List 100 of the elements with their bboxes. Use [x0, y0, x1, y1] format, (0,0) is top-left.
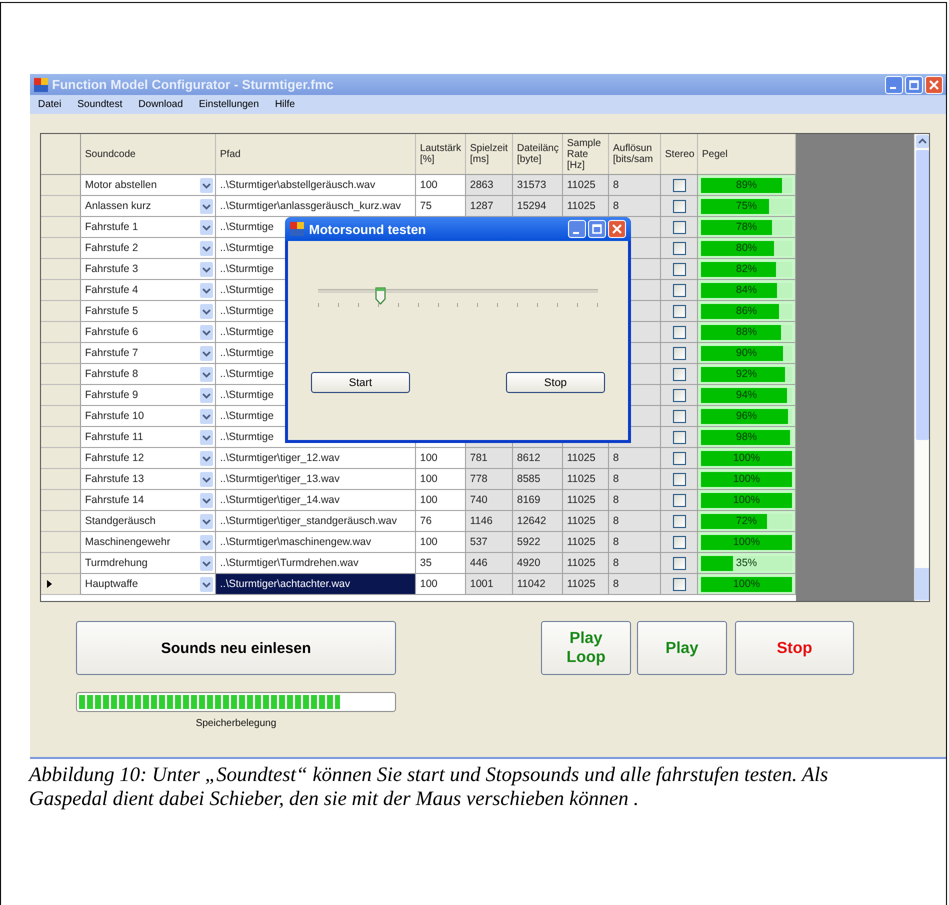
current-row-icon	[47, 580, 52, 588]
column-header[interactable]: Pfad	[216, 134, 416, 174]
stereo-checkbox[interactable]	[672, 284, 686, 296]
stereo-checkbox[interactable]	[672, 472, 686, 486]
stereo-checkbox[interactable]	[672, 536, 686, 548]
column-header[interactable]: Pegel	[698, 134, 796, 174]
maximize-button[interactable]	[905, 76, 923, 94]
level-text: 100%	[733, 578, 760, 590]
stereo-checkbox[interactable]	[672, 514, 686, 528]
minimize-button[interactable]	[885, 76, 903, 94]
stereo-checkbox[interactable]	[672, 410, 686, 422]
vertical-scrollbar[interactable]	[914, 134, 929, 601]
soundcode-dropdown[interactable]: Fahrstufe 4	[81, 280, 216, 301]
stereo-checkbox[interactable]	[672, 178, 686, 192]
path-cell: ..\Sturmtiger\maschinengew.wav	[216, 532, 416, 553]
soundcode-dropdown[interactable]: Motor abstellen	[81, 175, 216, 196]
soundcode-dropdown[interactable]: Maschinengewehr	[81, 532, 216, 553]
stereo-checkbox[interactable]	[672, 346, 686, 360]
soundcode-dropdown[interactable]: Fahrstufe 8	[81, 364, 216, 385]
column-header[interactable]: Sample Rate [Hz]	[563, 134, 609, 174]
level-text: 100%	[733, 536, 760, 548]
level-text: 89%	[736, 178, 757, 192]
table-cell: 781	[466, 448, 513, 469]
menu-item[interactable]: Datei	[38, 99, 62, 110]
table-cell: 11025	[563, 511, 609, 532]
soundcode-dropdown[interactable]: Hauptwaffe	[81, 574, 216, 595]
table-cell: 11025	[563, 196, 609, 217]
reload-sounds-button[interactable]: Sounds neu einlesen	[76, 621, 396, 675]
column-header[interactable]: Dateilänç [byte]	[513, 134, 563, 174]
stereo-checkbox[interactable]	[672, 430, 686, 444]
soundcode-dropdown[interactable]: Fahrstufe 2	[81, 238, 216, 259]
stereo-checkbox[interactable]	[672, 220, 686, 234]
dialog-button[interactable]: Stop	[506, 372, 605, 393]
column-header[interactable]: Spielzeit [ms]	[466, 134, 513, 174]
table-cell: 11025	[563, 490, 609, 511]
row-header[interactable]	[41, 574, 81, 595]
path-cell: ..\Sturmtiger\Turmdrehen.wav	[216, 553, 416, 574]
menu-item[interactable]: Einstellungen	[198, 99, 259, 110]
stereo-checkbox[interactable]	[672, 304, 686, 318]
table-cell: 76	[416, 511, 466, 532]
stereo-checkbox[interactable]	[672, 200, 686, 212]
level-text: 92%	[736, 368, 757, 380]
column-header[interactable]: Stereo	[661, 134, 698, 174]
column-header[interactable]: Lautstärk [%]	[416, 134, 466, 174]
column-header[interactable]: Soundcode	[81, 134, 216, 174]
scroll-up-icon[interactable]	[916, 135, 928, 148]
table-cell: 537	[466, 532, 513, 553]
menu-item[interactable]: Download	[138, 99, 183, 110]
soundcode-dropdown[interactable]: Fahrstufe 3	[81, 259, 216, 280]
stereo-checkbox[interactable]	[672, 556, 686, 570]
level-text: 100%	[733, 494, 760, 506]
menu-item[interactable]: Hilfe	[274, 99, 295, 110]
table-cell: 446	[466, 553, 513, 574]
soundcode-dropdown[interactable]: Fahrstufe 14	[81, 490, 216, 511]
stereo-checkbox[interactable]	[672, 388, 686, 402]
table-cell: 1287	[466, 196, 513, 217]
memory-label: Speicherbelegung	[196, 718, 276, 729]
soundcode-dropdown[interactable]: Fahrstufe 11	[81, 427, 216, 448]
stereo-checkbox[interactable]	[672, 242, 686, 254]
menu-item[interactable]: Soundtest	[77, 99, 122, 110]
soundcode-dropdown[interactable]: Fahrstufe 1	[81, 217, 216, 238]
soundcode-dropdown[interactable]: Fahrstufe 13	[81, 469, 216, 490]
stereo-checkbox[interactable]	[672, 326, 686, 338]
column-header[interactable]: Auflösun [bits/sam	[609, 134, 661, 174]
soundcode-dropdown[interactable]: Fahrstufe 7	[81, 343, 216, 364]
stereo-checkbox[interactable]	[672, 578, 686, 590]
app-icon	[34, 78, 48, 92]
stereo-checkbox[interactable]	[672, 452, 686, 464]
table-cell: 8585	[513, 469, 563, 490]
table-cell: 100	[416, 448, 466, 469]
table-cell: 11025	[563, 469, 609, 490]
stereo-checkbox[interactable]	[672, 494, 686, 506]
table-cell: 8	[609, 553, 661, 574]
table-cell: 740	[466, 490, 513, 511]
soundcode-dropdown[interactable]: Standgeräusch	[81, 511, 216, 532]
playback-button[interactable]: Play	[637, 621, 727, 675]
minimize-button[interactable]	[568, 220, 586, 238]
dialog-button[interactable]: Start	[311, 372, 410, 393]
table-cell: 100	[416, 490, 466, 511]
level-text: 84%	[736, 284, 757, 296]
slider-thumb[interactable]	[374, 287, 386, 305]
soundcode-dropdown[interactable]: Fahrstufe 10	[81, 406, 216, 427]
stereo-checkbox[interactable]	[672, 262, 686, 276]
table-cell: 11025	[563, 553, 609, 574]
soundcode-dropdown[interactable]: Fahrstufe 12	[81, 448, 216, 469]
soundcode-dropdown[interactable]: Anlassen kurz	[81, 196, 216, 217]
soundcode-dropdown[interactable]: Fahrstufe 9	[81, 385, 216, 406]
maximize-button[interactable]	[588, 220, 606, 238]
stereo-checkbox[interactable]	[672, 368, 686, 380]
close-button[interactable]	[608, 220, 626, 238]
table-cell: 15294	[513, 196, 563, 217]
playback-button[interactable]: Stop	[735, 621, 854, 675]
soundcode-dropdown[interactable]: Turmdrehung	[81, 553, 216, 574]
playback-button[interactable]: Play Loop	[541, 621, 631, 675]
close-button[interactable]	[925, 76, 943, 94]
soundcode-dropdown[interactable]: Fahrstufe 6	[81, 322, 216, 343]
scrollbar-thumb[interactable]	[916, 150, 928, 440]
table-cell: 8	[609, 490, 661, 511]
app-icon	[290, 222, 304, 236]
soundcode-dropdown[interactable]: Fahrstufe 5	[81, 301, 216, 322]
